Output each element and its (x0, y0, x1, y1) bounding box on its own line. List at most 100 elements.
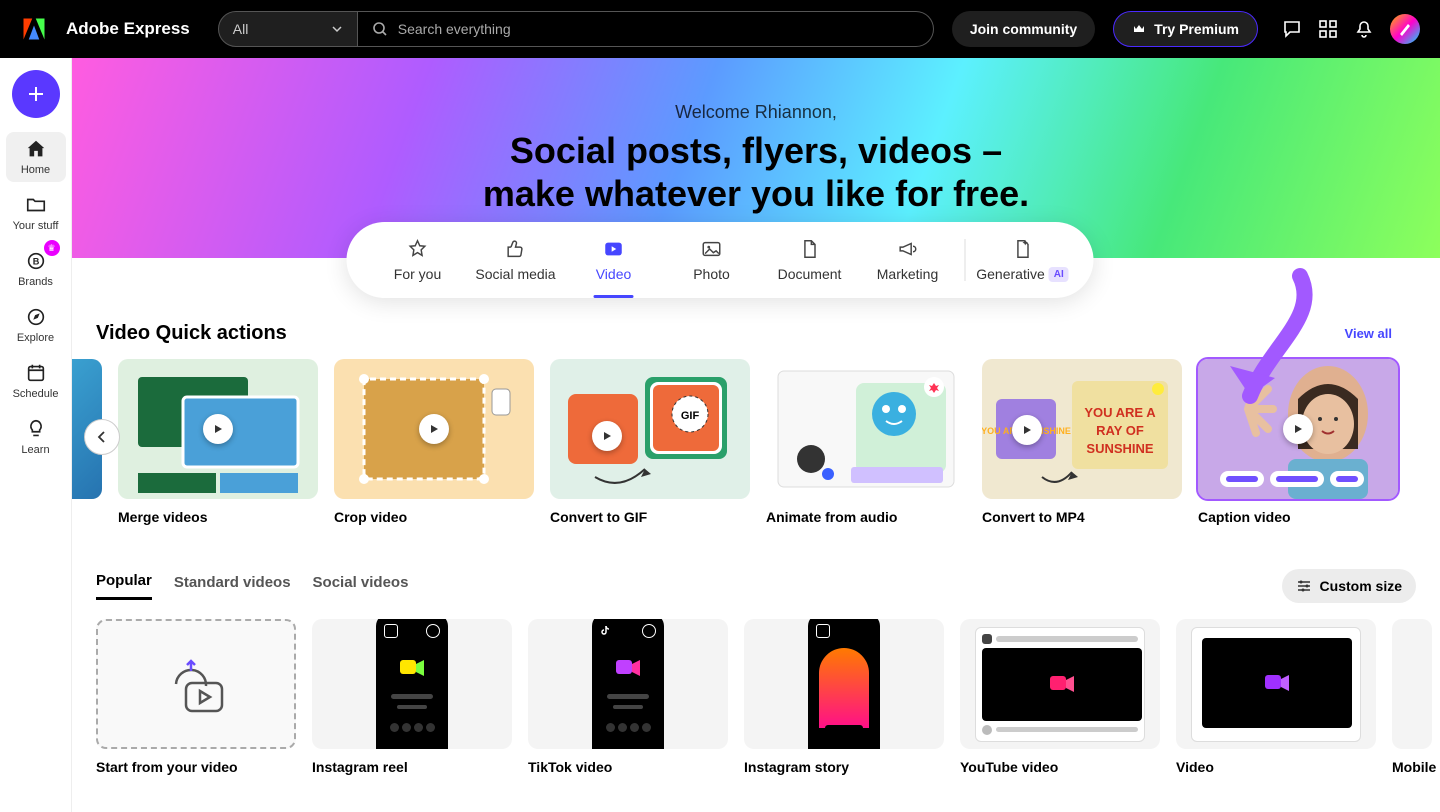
quick-action-card-convert-gif[interactable]: GIF Convert to GIF (550, 359, 750, 525)
app-header: Adobe Express All Join community Try Pre… (0, 0, 1440, 58)
sidebar-label: Home (21, 164, 50, 176)
play-icon (419, 414, 449, 444)
chevron-left-icon (95, 430, 109, 444)
template-card-start-from-video[interactable]: Start from your video (96, 619, 296, 775)
category-for-you[interactable]: For you (369, 238, 467, 282)
user-avatar[interactable] (1390, 14, 1420, 44)
video-play-icon (603, 238, 625, 260)
carousel-prev-button[interactable] (84, 419, 120, 455)
quick-action-card-caption-video[interactable]: Caption video (1198, 359, 1398, 525)
try-premium-label: Try Premium (1154, 21, 1239, 37)
svg-text:GIF: GIF (681, 410, 700, 422)
category-video[interactable]: Video (565, 238, 663, 282)
quick-action-card-convert-mp4[interactable]: YOU ARE SUNSHINE YOU ARE A RAY OF SUNSHI… (982, 359, 1182, 525)
quick-action-label: Caption video (1198, 509, 1398, 525)
header-icons (1282, 14, 1420, 44)
template-card-instagram-reel[interactable]: Instagram reel (312, 619, 512, 775)
category-label: Video (596, 266, 632, 282)
quick-action-card-animate-audio[interactable]: Animate from audio (766, 359, 966, 525)
category-photo[interactable]: Photo (663, 238, 761, 282)
quick-actions-row: Merge videos Crop video (96, 359, 1416, 525)
sliders-icon (1296, 578, 1312, 594)
template-label: Mobile vid (1392, 759, 1432, 775)
sidebar-item-learn[interactable]: Learn (6, 412, 66, 462)
svg-text:B: B (32, 257, 39, 267)
tab-social-videos[interactable]: Social videos (313, 574, 409, 599)
template-label: Instagram reel (312, 759, 512, 775)
category-label: Marketing (877, 266, 938, 282)
sidebar: Home Your stuff ♛ B Brands Explore Sched… (0, 58, 72, 812)
template-label: Video (1176, 759, 1376, 775)
template-card-video[interactable]: Video (1176, 619, 1376, 775)
category-document[interactable]: Document (761, 238, 859, 282)
star-icon (407, 238, 429, 260)
calendar-icon (25, 362, 47, 384)
try-premium-button[interactable]: Try Premium (1113, 11, 1258, 47)
template-label: TikTok video (528, 759, 728, 775)
search-scope-dropdown[interactable]: All (218, 11, 358, 47)
quick-action-card-merge-videos[interactable]: Merge videos (118, 359, 318, 525)
play-icon (592, 421, 622, 451)
video-camera-icon (1263, 669, 1291, 697)
quick-action-card-crop-video[interactable]: Crop video (334, 359, 534, 525)
compass-icon (25, 306, 47, 328)
quick-action-label: Animate from audio (766, 509, 966, 525)
tab-popular[interactable]: Popular (96, 572, 152, 600)
folder-icon (25, 194, 47, 216)
template-label: Instagram story (744, 759, 944, 775)
template-card-youtube-video[interactable]: YouTube video (960, 619, 1160, 775)
app-title: Adobe Express (66, 19, 190, 39)
sidebar-item-your-stuff[interactable]: Your stuff (6, 188, 66, 238)
animate-audio-thumbnail (766, 359, 966, 499)
category-label: Photo (693, 266, 730, 282)
create-new-button[interactable] (12, 70, 60, 118)
category-divider (965, 239, 966, 281)
template-tabs: Popular Standard videos Social videos Cu… (96, 569, 1416, 603)
template-card-mobile-video-peek[interactable]: Mobile vid (1392, 619, 1432, 775)
plus-icon (26, 84, 46, 104)
category-marketing[interactable]: Marketing (859, 238, 957, 282)
play-icon (1012, 415, 1042, 445)
hero-title: Social posts, flyers, videos – make what… (72, 129, 1440, 215)
search-scope-label: All (233, 21, 249, 37)
sidebar-item-explore[interactable]: Explore (6, 300, 66, 350)
category-label: Generative (976, 266, 1044, 282)
template-label: Start from your video (96, 759, 296, 775)
template-label: YouTube video (960, 759, 1160, 775)
category-label: Social media (475, 266, 555, 282)
custom-size-button[interactable]: Custom size (1282, 569, 1416, 603)
comment-icon[interactable] (1282, 19, 1302, 39)
tiktok-icon (600, 624, 612, 636)
chevron-down-icon (331, 23, 343, 35)
template-card-instagram-story[interactable]: Instagram story (744, 619, 944, 775)
ai-badge: AI (1049, 267, 1069, 282)
svg-text:RAY OF: RAY OF (1096, 423, 1144, 438)
quick-action-label: Crop video (334, 509, 534, 525)
category-social-media[interactable]: Social media (467, 238, 565, 282)
sidebar-label: Explore (17, 332, 54, 344)
image-icon (701, 238, 723, 260)
join-community-button[interactable]: Join community (952, 11, 1095, 47)
upload-video-icon (156, 649, 236, 719)
play-icon (1283, 414, 1313, 444)
sidebar-item-brands[interactable]: ♛ B Brands (6, 244, 66, 294)
category-generative[interactable]: Generative AI (974, 238, 1072, 282)
sidebar-item-schedule[interactable]: Schedule (6, 356, 66, 406)
welcome-text: Welcome Rhiannon, (72, 102, 1440, 123)
category-label: Document (778, 266, 842, 282)
crown-icon (1132, 22, 1146, 36)
apps-grid-icon[interactable] (1318, 19, 1338, 39)
search-input[interactable] (398, 21, 919, 37)
quick-action-label: Merge videos (118, 509, 318, 525)
template-card-tiktok-video[interactable]: TikTok video (528, 619, 728, 775)
quick-actions-title: Video Quick actions (96, 322, 1416, 345)
search-icon (372, 21, 388, 37)
search-group: All (218, 11, 934, 47)
view-all-link[interactable]: View all (1345, 326, 1392, 341)
tab-standard-videos[interactable]: Standard videos (174, 574, 291, 599)
brand-icon: B (25, 250, 47, 272)
sidebar-item-home[interactable]: Home (6, 132, 66, 182)
bell-icon[interactable] (1354, 19, 1374, 39)
lightbulb-icon (25, 418, 47, 440)
category-tabs: For you Social media Video Photo Documen… (347, 222, 1094, 298)
